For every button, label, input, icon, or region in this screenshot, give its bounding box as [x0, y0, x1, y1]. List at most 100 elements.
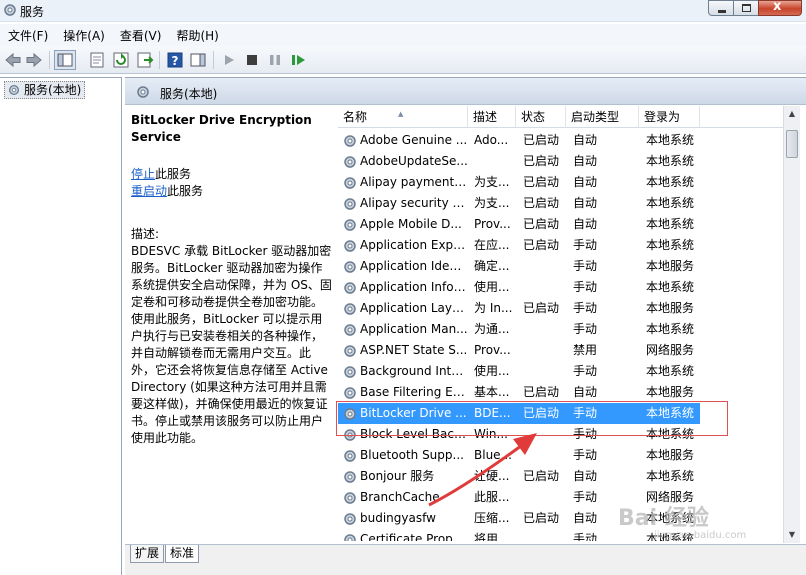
column-header-status[interactable]: 状态	[516, 106, 566, 128]
close-icon: x	[773, 0, 782, 14]
column-label: 启动类型	[571, 110, 620, 124]
tab-standard[interactable]: 标准	[165, 545, 200, 563]
services-gear-icon	[137, 86, 149, 98]
service-name-cell: Bonjour 服务	[360, 469, 435, 483]
service-gear-icon	[344, 198, 356, 210]
service-row[interactable]: Apple Mobile D... Prov... 已启动 自动 本地系统	[338, 214, 700, 235]
refresh-button[interactable]	[112, 51, 130, 69]
service-logon-cell: 本地系统	[646, 217, 695, 231]
stop-service-button[interactable]	[243, 51, 261, 69]
service-description-cell: 为支...	[474, 175, 510, 189]
start-service-button[interactable]	[220, 51, 238, 69]
service-gear-icon	[344, 240, 356, 252]
service-startup-type-cell: 自动	[573, 133, 598, 147]
service-logon-cell: 本地系统	[646, 364, 695, 378]
service-row[interactable]: Bluetooth Supp... Blue... 手动 本地服务	[338, 445, 700, 466]
window-controls: x	[708, 0, 802, 16]
service-gear-icon	[344, 324, 356, 336]
forward-button[interactable]	[25, 51, 43, 69]
scroll-thumb[interactable]	[786, 130, 798, 158]
show-action-pane-button[interactable]	[189, 51, 207, 69]
stop-service-link[interactable]: 停止	[131, 167, 155, 181]
column-header-name[interactable]: ▲ 名称	[338, 106, 468, 128]
scroll-up-icon[interactable]: ▲	[784, 106, 800, 122]
service-row[interactable]: ASP.NET State S... Prov... 禁用 网络服务	[338, 340, 700, 361]
service-name-cell: Base Filtering En...	[360, 385, 468, 399]
vertical-scrollbar[interactable]: ▲ ▼	[783, 106, 800, 543]
service-name-cell: AdobeUpdateSe...	[360, 154, 468, 168]
service-startup-type-cell: 手动	[573, 238, 598, 252]
services-gear-icon	[8, 84, 20, 96]
service-gear-icon	[344, 156, 356, 168]
minimize-icon	[718, 10, 726, 13]
pause-service-button[interactable]	[266, 51, 284, 69]
service-row[interactable]: BranchCache 此服... 手动 网络服务	[338, 487, 700, 508]
service-row[interactable]: Application Iden... 确定... 手动 本地服务	[338, 256, 700, 277]
service-gear-icon	[344, 177, 356, 189]
service-row[interactable]: Application Infor... 使用... 手动 本地系统	[338, 277, 700, 298]
menu-action[interactable]: 操作(A)	[55, 24, 112, 46]
service-row[interactable]: Bonjour 服务 让硬... 已启动 自动 本地系统	[338, 466, 700, 487]
column-header-description[interactable]: 描述	[468, 106, 516, 128]
maximize-icon	[742, 4, 751, 12]
service-startup-type-cell: 自动	[573, 385, 598, 399]
service-description-panel: BitLocker Drive Encryption Service 停止此服务…	[131, 112, 332, 447]
service-description-cell: 为 In...	[474, 301, 513, 315]
service-row[interactable]: Alipay payment ... 为支... 已启动 自动 本地系统	[338, 172, 700, 193]
back-arrow-icon	[5, 52, 21, 68]
service-row[interactable]: budingyasfw 压缩... 已启动 自动 本地系统	[338, 508, 700, 529]
tab-extended[interactable]: 扩展	[130, 545, 165, 563]
service-name-cell: Adobe Genuine ...	[360, 133, 468, 147]
close-button[interactable]: x	[758, 0, 802, 16]
service-logon-cell: 本地系统	[646, 154, 695, 168]
service-startup-type-cell: 手动	[573, 364, 598, 378]
service-row[interactable]: Block Level Back... Win... 手动 本地系统	[338, 424, 700, 445]
menu-view[interactable]: 查看(V)	[112, 24, 169, 46]
menu-help[interactable]: 帮助(H)	[168, 24, 225, 46]
service-status-cell: 已启动	[523, 238, 560, 252]
service-row[interactable]: Application Man... 为通... 手动 本地系统	[338, 319, 700, 340]
minimize-button[interactable]	[708, 0, 734, 16]
column-label: 状态	[521, 110, 546, 124]
pause-icon	[270, 55, 280, 65]
service-status-cell: 已启动	[523, 196, 560, 210]
service-startup-type-cell: 手动	[573, 448, 598, 462]
service-row[interactable]: Base Filtering En... 基本... 已启动 自动 本地服务	[338, 382, 700, 403]
maximize-button[interactable]	[733, 0, 759, 16]
tree-node-services-local[interactable]: 服务(本地)	[4, 81, 86, 99]
properties-button[interactable]	[88, 51, 106, 69]
restart-service-button[interactable]	[289, 51, 307, 69]
service-description-cell: 为通...	[474, 322, 510, 336]
service-description-cell: 使用...	[474, 280, 510, 294]
service-row[interactable]: BitLocker Drive ... BDE... 已启动 手动 本地系统	[338, 403, 700, 424]
service-row[interactable]: Background Inte... 使用... 手动 本地系统	[338, 361, 700, 382]
service-row[interactable]: Application Expe... 在应... 已启动 手动 本地系统	[338, 235, 700, 256]
back-button[interactable]	[4, 51, 22, 69]
service-startup-type-cell: 自动	[573, 217, 598, 231]
sort-ascending-icon: ▲	[398, 110, 404, 118]
service-startup-type-cell: 自动	[573, 469, 598, 483]
column-header-logon-as[interactable]: 登录为	[639, 106, 700, 128]
export-list-button[interactable]	[136, 51, 154, 69]
column-header-startup-type[interactable]: 启动类型	[566, 106, 639, 128]
service-startup-type-cell: 自动	[573, 196, 598, 210]
menu-file[interactable]: 文件(F)	[0, 24, 55, 46]
service-row[interactable]: Application Laye... 为 In... 已启动 手动 本地服务	[338, 298, 700, 319]
service-name-cell: Application Man...	[360, 322, 468, 336]
help-button[interactable]: ?	[166, 51, 184, 69]
service-logon-cell: 本地服务	[646, 301, 695, 315]
service-row[interactable]: Certificate Propa... 将用... 手动 本地系统	[338, 529, 700, 541]
service-name-cell: Apple Mobile D...	[360, 217, 462, 231]
service-name-cell: ASP.NET State S...	[360, 343, 468, 357]
service-status-cell: 已启动	[523, 511, 560, 525]
service-description-cell: 此服...	[474, 490, 510, 504]
service-row[interactable]: Alipay security b... 为支... 已启动 自动 本地系统	[338, 193, 700, 214]
scroll-down-icon[interactable]: ▼	[784, 527, 800, 543]
service-startup-type-cell: 手动	[573, 301, 598, 315]
service-row[interactable]: AdobeUpdateSe... 已启动 自动 本地系统	[338, 151, 700, 172]
service-description-cell: Win...	[474, 427, 508, 441]
service-row[interactable]: Adobe Genuine ... Ado... 已启动 自动 本地系统	[338, 130, 700, 151]
show-hide-console-tree-button[interactable]	[54, 50, 76, 70]
restart-service-link[interactable]: 重启动	[131, 184, 167, 198]
service-gear-icon	[344, 492, 356, 504]
